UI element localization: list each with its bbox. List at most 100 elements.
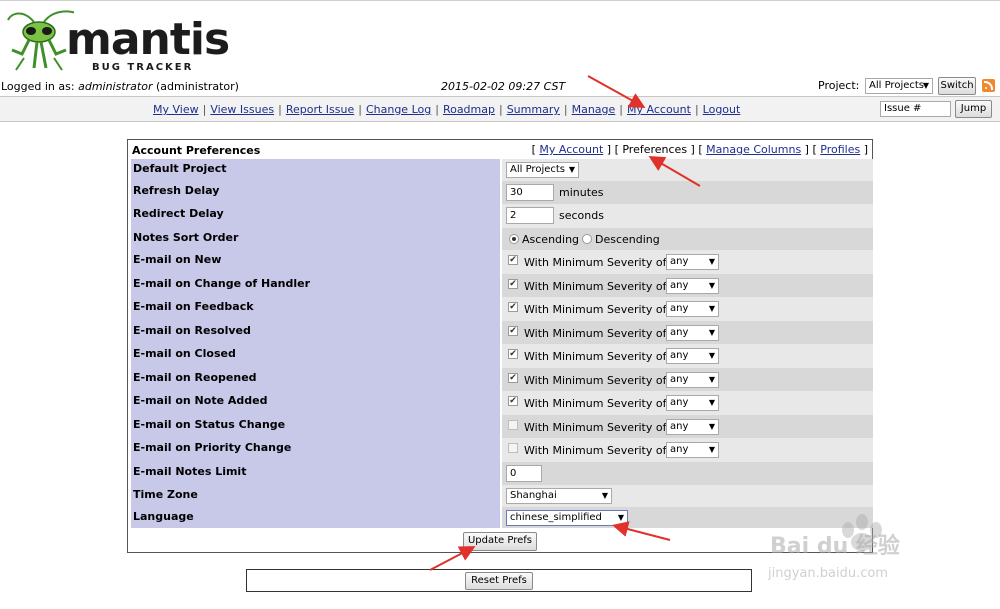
ascending-radio[interactable] — [509, 234, 519, 244]
top-border — [0, 0, 1000, 1]
mantis-insect-icon — [7, 10, 83, 71]
nav-my-account[interactable]: My Account — [627, 103, 691, 116]
dropdown-arrow-icon: ▼ — [568, 165, 575, 174]
main-nav: My View | View Issues | Report Issue | Change … — [153, 103, 740, 116]
email-reopened-checkbox[interactable]: ✔ — [508, 373, 518, 383]
email-note-added-checkbox[interactable]: ✔ — [508, 396, 518, 406]
email-new-label: E-mail on New — [131, 250, 500, 274]
default-project-select[interactable]: All Projects ▼ — [506, 162, 579, 178]
language-select[interactable]: chinese_simplified ▼ — [506, 510, 628, 526]
email-note-added-label: E-mail on Note Added — [131, 391, 500, 415]
notes-sort-label: Notes Sort Order — [131, 228, 500, 250]
time-zone-label: Time Zone — [131, 485, 500, 507]
tab-profiles[interactable]: Profiles — [820, 143, 860, 156]
dropdown-arrow-icon: ▼ — [708, 398, 715, 407]
row-notes-sort-order: Notes Sort Order Ascending Descending — [131, 228, 873, 250]
notes-limit-input[interactable]: 0 — [506, 465, 542, 482]
reset-prefs-button[interactable]: Reset Prefs — [465, 572, 533, 590]
row-language: Language chinese_simplified ▼ — [131, 507, 873, 528]
email-priority-change-label: E-mail on Priority Change — [131, 438, 500, 462]
row-redirect-delay: Redirect Delay 2 seconds — [131, 204, 873, 228]
nav-change-log[interactable]: Change Log — [366, 103, 431, 116]
severity-text: With Minimum Severity of — [524, 350, 667, 363]
email-note-added-severity-select[interactable]: any ▼ — [666, 395, 719, 411]
email-handler-severity-select[interactable]: any ▼ — [666, 278, 719, 294]
prefs-tabs: [ My Account ] [ Preferences ] [ Manage … — [531, 143, 868, 156]
nav-report-issue[interactable]: Report Issue — [286, 103, 354, 116]
severity-text: With Minimum Severity of — [524, 444, 667, 457]
update-prefs-button[interactable]: Update Prefs — [463, 532, 537, 551]
email-status-change-severity-select[interactable]: any ▼ — [666, 419, 719, 435]
dropdown-arrow-icon: ▼ — [708, 281, 715, 290]
prefs-header: Account Preferences [ My Account ] [ Pre… — [128, 140, 872, 159]
default-project-label: Default Project — [131, 159, 500, 181]
current-datetime: 2015-02-02 09:27 CST — [441, 80, 566, 93]
descending-radio[interactable] — [582, 234, 592, 244]
nav-summary[interactable]: Summary — [507, 103, 560, 116]
prefs-title: Account Preferences — [132, 144, 261, 157]
email-resolved-checkbox[interactable]: ✔ — [508, 326, 518, 336]
dropdown-arrow-icon: ▼ — [708, 328, 715, 337]
email-status-change-checkbox[interactable] — [508, 420, 518, 430]
email-status-change-label: E-mail on Status Change — [131, 415, 500, 438]
rss-icon[interactable] — [982, 79, 995, 92]
email-feedback-checkbox[interactable]: ✔ — [508, 302, 518, 312]
row-email-priority-change: E-mail on Priority Change With Minimum S… — [131, 438, 873, 462]
refresh-delay-unit: minutes — [559, 186, 604, 199]
nav-separator: | — [619, 103, 624, 116]
row-email-notes-limit: E-mail Notes Limit 0 — [131, 462, 873, 485]
email-resolved-severity-select[interactable]: any ▼ — [666, 325, 719, 341]
email-closed-label: E-mail on Closed — [131, 344, 500, 368]
email-new-severity-select[interactable]: any ▼ — [666, 254, 719, 270]
dropdown-arrow-icon: ▼ — [708, 351, 715, 360]
redirect-delay-input[interactable]: 2 — [506, 207, 554, 224]
switch-button[interactable]: Switch — [938, 77, 976, 95]
username: administrator — [78, 80, 153, 93]
email-priority-change-checkbox[interactable] — [508, 443, 518, 453]
row-email-reopened: E-mail on Reopened ✔ With Minimum Severi… — [131, 368, 873, 391]
nav-my-view[interactable]: My View — [153, 103, 199, 116]
severity-text: With Minimum Severity of — [524, 327, 667, 340]
nav-separator: | — [358, 103, 362, 116]
severity-text: With Minimum Severity of — [524, 374, 667, 387]
refresh-delay-label: Refresh Delay — [131, 181, 500, 204]
user-role: (administrator) — [156, 80, 239, 93]
nav-separator: | — [435, 103, 439, 116]
notes-limit-label: E-mail Notes Limit — [131, 462, 500, 485]
email-resolved-label: E-mail on Resolved — [131, 321, 500, 344]
severity-text: With Minimum Severity of — [524, 421, 667, 434]
nav-separator: | — [278, 103, 282, 116]
issue-number-input[interactable]: Issue # — [880, 101, 951, 117]
nav-view-issues[interactable]: View Issues — [210, 103, 274, 116]
email-reopened-severity-select[interactable]: any ▼ — [666, 372, 719, 388]
email-new-checkbox[interactable]: ✔ — [508, 255, 518, 265]
time-zone-select[interactable]: Shanghai ▼ — [506, 488, 612, 504]
nav-separator: | — [694, 103, 699, 116]
tab-my-account[interactable]: My Account — [539, 143, 603, 156]
refresh-delay-input[interactable]: 30 — [506, 184, 554, 201]
nav-separator: | — [498, 103, 503, 116]
jump-button[interactable]: Jump — [955, 100, 992, 118]
project-select[interactable]: All Projects ▼ — [865, 78, 933, 94]
tab-manage-columns[interactable]: Manage Columns — [706, 143, 801, 156]
email-closed-checkbox[interactable]: ✔ — [508, 349, 518, 359]
row-email-status-change: E-mail on Status Change With Minimum Sev… — [131, 415, 873, 438]
redirect-delay-unit: seconds — [559, 209, 604, 222]
nav-logout[interactable]: Logout — [703, 103, 741, 116]
logo-subtitle: BUG TRACKER — [92, 62, 194, 73]
login-info: Logged in as: administrator (administrat… — [1, 80, 239, 93]
email-closed-severity-select[interactable]: any ▼ — [666, 348, 719, 364]
severity-text: With Minimum Severity of — [524, 256, 667, 269]
ascending-label: Ascending — [522, 233, 580, 246]
watermark-url: jingyan.baidu.com — [768, 566, 888, 581]
project-label: Project: — [818, 79, 860, 92]
nav-manage[interactable]: Manage — [572, 103, 616, 116]
watermark-text: Bai du 经验 — [770, 534, 900, 559]
email-feedback-severity-select[interactable]: any ▼ — [666, 301, 719, 317]
email-handler-checkbox[interactable]: ✔ — [508, 279, 518, 289]
email-priority-change-severity-select[interactable]: any ▼ — [666, 442, 719, 458]
row-email-resolved: E-mail on Resolved ✔ With Minimum Severi… — [131, 321, 873, 344]
nav-roadmap[interactable]: Roadmap — [443, 103, 495, 116]
dropdown-arrow-icon: ▼ — [617, 513, 624, 522]
mantis-logo[interactable]: mantis BUG TRACKER — [4, 8, 230, 74]
